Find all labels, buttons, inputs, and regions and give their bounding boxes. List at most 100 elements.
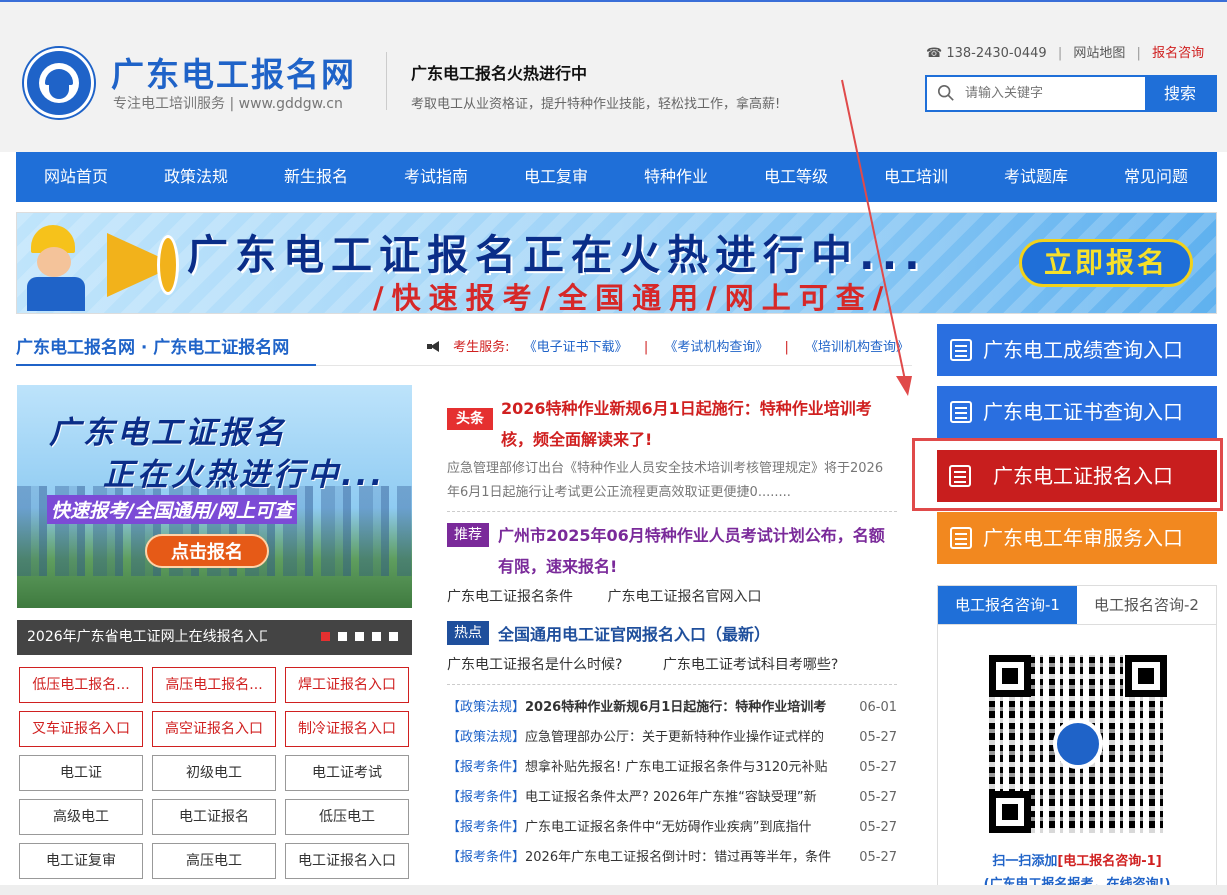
- news-title[interactable]: 2026特种作业新规6月1日起施行：特种作业培训考: [525, 700, 826, 715]
- score-query-button[interactable]: 广东电工成绩查询入口: [937, 324, 1217, 376]
- qr-code: [989, 655, 1167, 833]
- search-input[interactable]: [965, 77, 1145, 110]
- promo-enroll-button[interactable]: 点击报名: [145, 534, 269, 568]
- recommend-link[interactable]: 广东电工证报名官网入口: [607, 589, 761, 605]
- site-subtitle: 专注电工培训服务 | www.gddgw.cn: [113, 96, 343, 112]
- top-banner[interactable]: 广东电工证报名正在火热进行中... /快速报考/全国通用/网上可查/ 立即报名: [16, 212, 1217, 314]
- service-link-exam-org[interactable]: 《考试机构查询》: [664, 340, 768, 355]
- news-title[interactable]: 想拿补贴先报名! 广东电工证报名条件与3120元补贴: [525, 760, 827, 775]
- tag-link[interactable]: 叉车证报名入口: [19, 711, 143, 747]
- section-underline: [16, 364, 316, 366]
- recommend-link[interactable]: 广东电工证报名条件: [447, 589, 573, 605]
- news-list: 【政策法规】2026特种作业新规6月1日起施行：特种作业培训考 06-01 【政策…: [447, 696, 897, 876]
- nav-item-training[interactable]: 电工培训: [856, 152, 976, 202]
- nav-item-home[interactable]: 网站首页: [16, 152, 136, 202]
- nav-item-special-ops[interactable]: 特种作业: [616, 152, 736, 202]
- news-category[interactable]: 【政策法规】: [447, 730, 525, 745]
- separator: |: [1057, 46, 1063, 61]
- hot-link[interactable]: 广东电工证报名是什么时候?: [447, 657, 622, 673]
- tag-link[interactable]: 焊工证报名入口: [285, 667, 409, 703]
- news-item[interactable]: 【政策法规】应急管理部办公厅：关于更新特种作业操作证式样的 05-27: [447, 726, 897, 756]
- news-category[interactable]: 【报考条件】: [447, 790, 525, 805]
- news-category[interactable]: 【政策法规】: [447, 700, 525, 715]
- site-logo[interactable]: [24, 48, 94, 118]
- news-item[interactable]: 【政策法规】2026特种作业新规6月1日起施行：特种作业培训考 06-01: [447, 696, 897, 726]
- news-title[interactable]: 2026年广东电工证报名倒计时：错过再等半年，条件: [525, 850, 831, 865]
- separator: |: [784, 340, 789, 355]
- tag-link[interactable]: 电工证考试: [285, 755, 409, 791]
- qr-caption-pre: 扫一扫添加: [992, 854, 1058, 869]
- headline-title[interactable]: 2026特种作业新规6月1日起施行：特种作业培训考核，频全面解读来了!: [501, 393, 901, 455]
- bottom-strip: [0, 885, 1227, 895]
- tag-link[interactable]: 高压电工: [152, 843, 276, 879]
- button-label: 广东电工成绩查询入口: [983, 338, 1183, 362]
- sitemap-link[interactable]: 网站地图: [1073, 46, 1125, 61]
- nav-item-faq[interactable]: 常见问题: [1096, 152, 1216, 202]
- nav-item-policy[interactable]: 政策法规: [136, 152, 256, 202]
- promo-image[interactable]: 广东电工证报名 正在火热进行中... 快速报考/全国通用/网上可查 点击报名: [17, 385, 412, 608]
- slideshow-caption[interactable]: 2026年广东省电工证网上在线报名入口: [17, 620, 412, 655]
- news-item[interactable]: 【报考条件】电工证报名条件太严? 2026年广东推“容缺受理”新 05-27: [447, 786, 897, 816]
- news-title[interactable]: 电工证报名条件太严? 2026年广东推“容缺受理”新: [525, 790, 817, 805]
- dashed-divider: [447, 511, 897, 512]
- tag-link[interactable]: 电工证报名: [152, 799, 276, 835]
- slide-dot[interactable]: [372, 632, 381, 641]
- news-date: 05-27: [857, 846, 897, 870]
- nav-item-level[interactable]: 电工等级: [736, 152, 856, 202]
- recommend-title[interactable]: 广州市2025年06月特种作业人员考试计划公布，名额有限，速来报名!: [498, 520, 900, 582]
- consult-link[interactable]: 报名咨询: [1152, 46, 1204, 61]
- site-title[interactable]: 广东电工报名网: [111, 48, 356, 96]
- tag-link[interactable]: 高压电工报名...: [152, 667, 276, 703]
- banner-enroll-button[interactable]: 立即报名: [1019, 239, 1193, 287]
- slideshow-dots: [321, 632, 398, 641]
- tag-link[interactable]: 初级电工: [152, 755, 276, 791]
- section-title[interactable]: 广东电工报名网 · 广东电工证报名网: [16, 333, 289, 358]
- tag-link[interactable]: 低压电工报名...: [19, 667, 143, 703]
- slide-dot[interactable]: [338, 632, 347, 641]
- service-link-certificate[interactable]: 《电子证书下载》: [524, 340, 628, 355]
- qr-panel: 扫一扫添加[电工报名咨询-1] (广东电工报名报考，在线咨询!): [937, 625, 1217, 895]
- news-category[interactable]: 【报考条件】: [447, 760, 525, 775]
- recommend-badge: 推荐: [447, 523, 489, 547]
- tag-link[interactable]: 低压电工: [285, 799, 409, 835]
- tab-consult-2[interactable]: 电工报名咨询-2: [1077, 586, 1216, 624]
- qr-finder: [989, 791, 1031, 833]
- speaker-icon: [427, 341, 443, 352]
- slide-dot[interactable]: [321, 632, 330, 641]
- certificate-query-button[interactable]: 广东电工证书查询入口: [937, 386, 1217, 438]
- tab-consult-1[interactable]: 电工报名咨询-1: [938, 586, 1077, 624]
- news-category[interactable]: 【报考条件】: [447, 850, 525, 865]
- tag-link[interactable]: 电工证: [19, 755, 143, 791]
- nav-item-question-bank[interactable]: 考试题库: [976, 152, 1096, 202]
- nav-item-exam-guide[interactable]: 考试指南: [376, 152, 496, 202]
- service-link-training-org[interactable]: 《培训机构查询》: [805, 340, 909, 355]
- news-date: 05-27: [857, 786, 897, 810]
- hot-title[interactable]: 全国通用电工证官网报名入口（最新）: [498, 621, 770, 645]
- news-item[interactable]: 【报考条件】想拿补贴先报名! 广东电工证报名条件与3120元补贴 05-27: [447, 756, 897, 786]
- news-item[interactable]: 【报考条件】广东电工证报名条件中“无妨碍作业疾病”到底指什 05-27: [447, 816, 897, 846]
- services-label: 考生服务:: [453, 340, 510, 355]
- annual-review-button[interactable]: 广东电工年审服务入口: [937, 512, 1217, 564]
- hot-link[interactable]: 广东电工证考试科目考哪些?: [663, 657, 838, 673]
- qr-caption: 扫一扫添加[电工报名咨询-1]: [938, 850, 1216, 869]
- slide-dot[interactable]: [389, 632, 398, 641]
- nav-item-enroll[interactable]: 新生报名: [256, 152, 376, 202]
- tag-link[interactable]: 电工证复审: [19, 843, 143, 879]
- recommend-links: 广东电工证报名条件 广东电工证报名官网入口: [447, 586, 791, 606]
- news-item[interactable]: 【报考条件】2026年广东电工证报名倒计时：错过再等半年，条件 05-27: [447, 846, 897, 876]
- separator: |: [1136, 46, 1141, 61]
- news-date: 05-27: [857, 756, 897, 780]
- qr-finder: [1125, 655, 1167, 697]
- slide-dot[interactable]: [355, 632, 364, 641]
- tag-link[interactable]: 电工证报名入口: [285, 843, 409, 879]
- enroll-entry-button[interactable]: 广东电工证报名入口: [937, 450, 1217, 502]
- tag-link[interactable]: 高级电工: [19, 799, 143, 835]
- nav-item-review[interactable]: 电工复审: [496, 152, 616, 202]
- news-title[interactable]: 应急管理部办公厅：关于更新特种作业操作证式样的: [525, 730, 824, 745]
- news-category[interactable]: 【报考条件】: [447, 820, 525, 835]
- news-title[interactable]: 广东电工证报名条件中“无妨碍作业疾病”到底指什: [525, 820, 811, 835]
- consult-tabs: 电工报名咨询-1 电工报名咨询-2: [937, 585, 1217, 625]
- tag-link[interactable]: 制冷证报名入口: [285, 711, 409, 747]
- tag-link[interactable]: 高空证报名入口: [152, 711, 276, 747]
- search-button[interactable]: 搜索: [1145, 77, 1215, 110]
